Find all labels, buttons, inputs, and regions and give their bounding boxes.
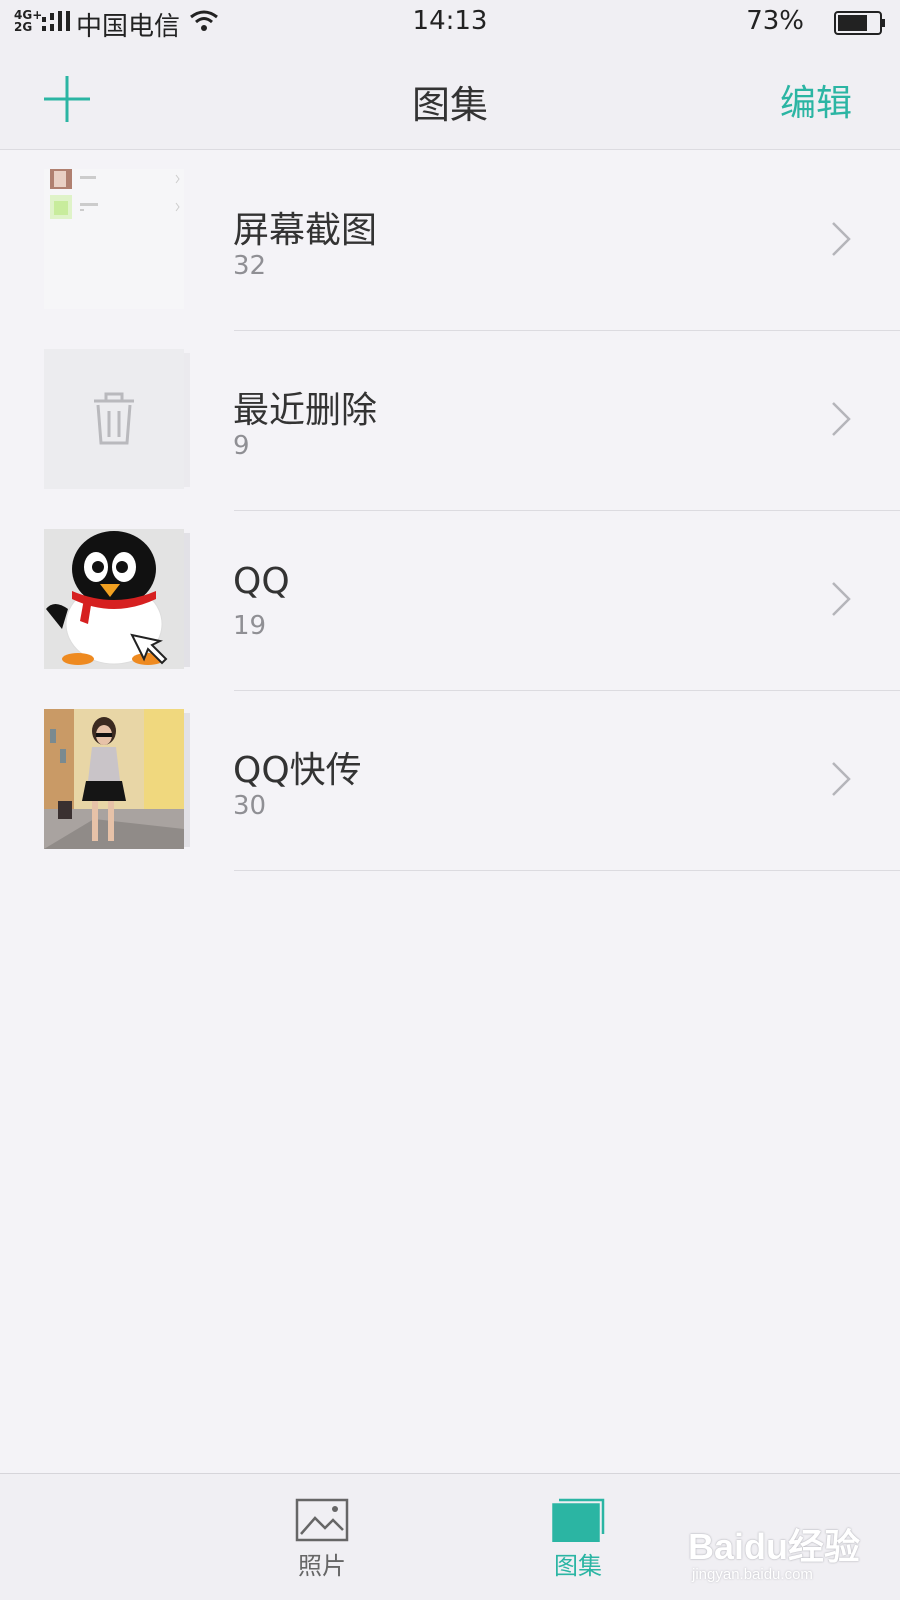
album-name: 屏幕截图 (233, 210, 378, 251)
watermark-url: jingyan.baidu.com (692, 1566, 813, 1583)
album-name: 最近删除 (233, 390, 378, 431)
thumbnail-stack-edge (184, 353, 190, 487)
screenshot-thumbnail (44, 169, 184, 309)
photo-thumbnail (44, 709, 184, 849)
album-count: 19 (233, 611, 267, 641)
chevron-right-icon (832, 762, 851, 796)
trash-icon (94, 392, 134, 445)
battery-icon (834, 11, 885, 35)
tab-albums[interactable]: 图集 (518, 1498, 638, 1581)
album-count: 30 (233, 791, 267, 821)
tab-label: 图集 (554, 1552, 602, 1580)
thumbnail-stack-edge (184, 713, 190, 847)
chevron-right-icon (832, 402, 851, 436)
album-row-screenshots[interactable]: 屏幕截图 32 (0, 151, 900, 331)
album-row-qq-transfer[interactable]: QQ快传 30 (0, 691, 900, 871)
albums-icon (552, 1498, 605, 1542)
album-name: QQ快传 (233, 750, 362, 791)
divider (234, 870, 900, 871)
qq-penguin-thumbnail (44, 529, 184, 669)
album-count: 32 (233, 251, 267, 281)
chevron-right-icon (832, 582, 851, 616)
edit-button[interactable]: 编辑 (780, 74, 852, 126)
baidu-watermark: Baidu经验 jingyan.baidu.com (688, 1500, 888, 1590)
chevron-right-icon (832, 222, 851, 256)
thumbnail-stack-edge (184, 533, 190, 667)
watermark-brand: Baidu经验 (688, 1526, 861, 1567)
tab-label: 照片 (298, 1552, 346, 1580)
album-row-recently-deleted[interactable]: 最近删除 9 (0, 331, 900, 511)
album-count: 9 (233, 431, 250, 461)
tab-photos[interactable]: 照片 (262, 1498, 382, 1581)
album-name: QQ (233, 561, 290, 602)
album-row-qq[interactable]: QQ 19 (0, 511, 900, 691)
trash-thumbnail (44, 349, 184, 489)
page-title: 图集 (411, 83, 488, 127)
status-bar: 4G+ 2G 中国电信 14:13 73% (0, 0, 900, 46)
navigation-bar: 图集 编辑 (0, 46, 900, 150)
photo-icon (295, 1498, 349, 1542)
album-list: 屏幕截图 32 最近删除 9 QQ 19 QQ快传 30 (0, 151, 900, 871)
battery-percent: 73% (746, 6, 804, 36)
